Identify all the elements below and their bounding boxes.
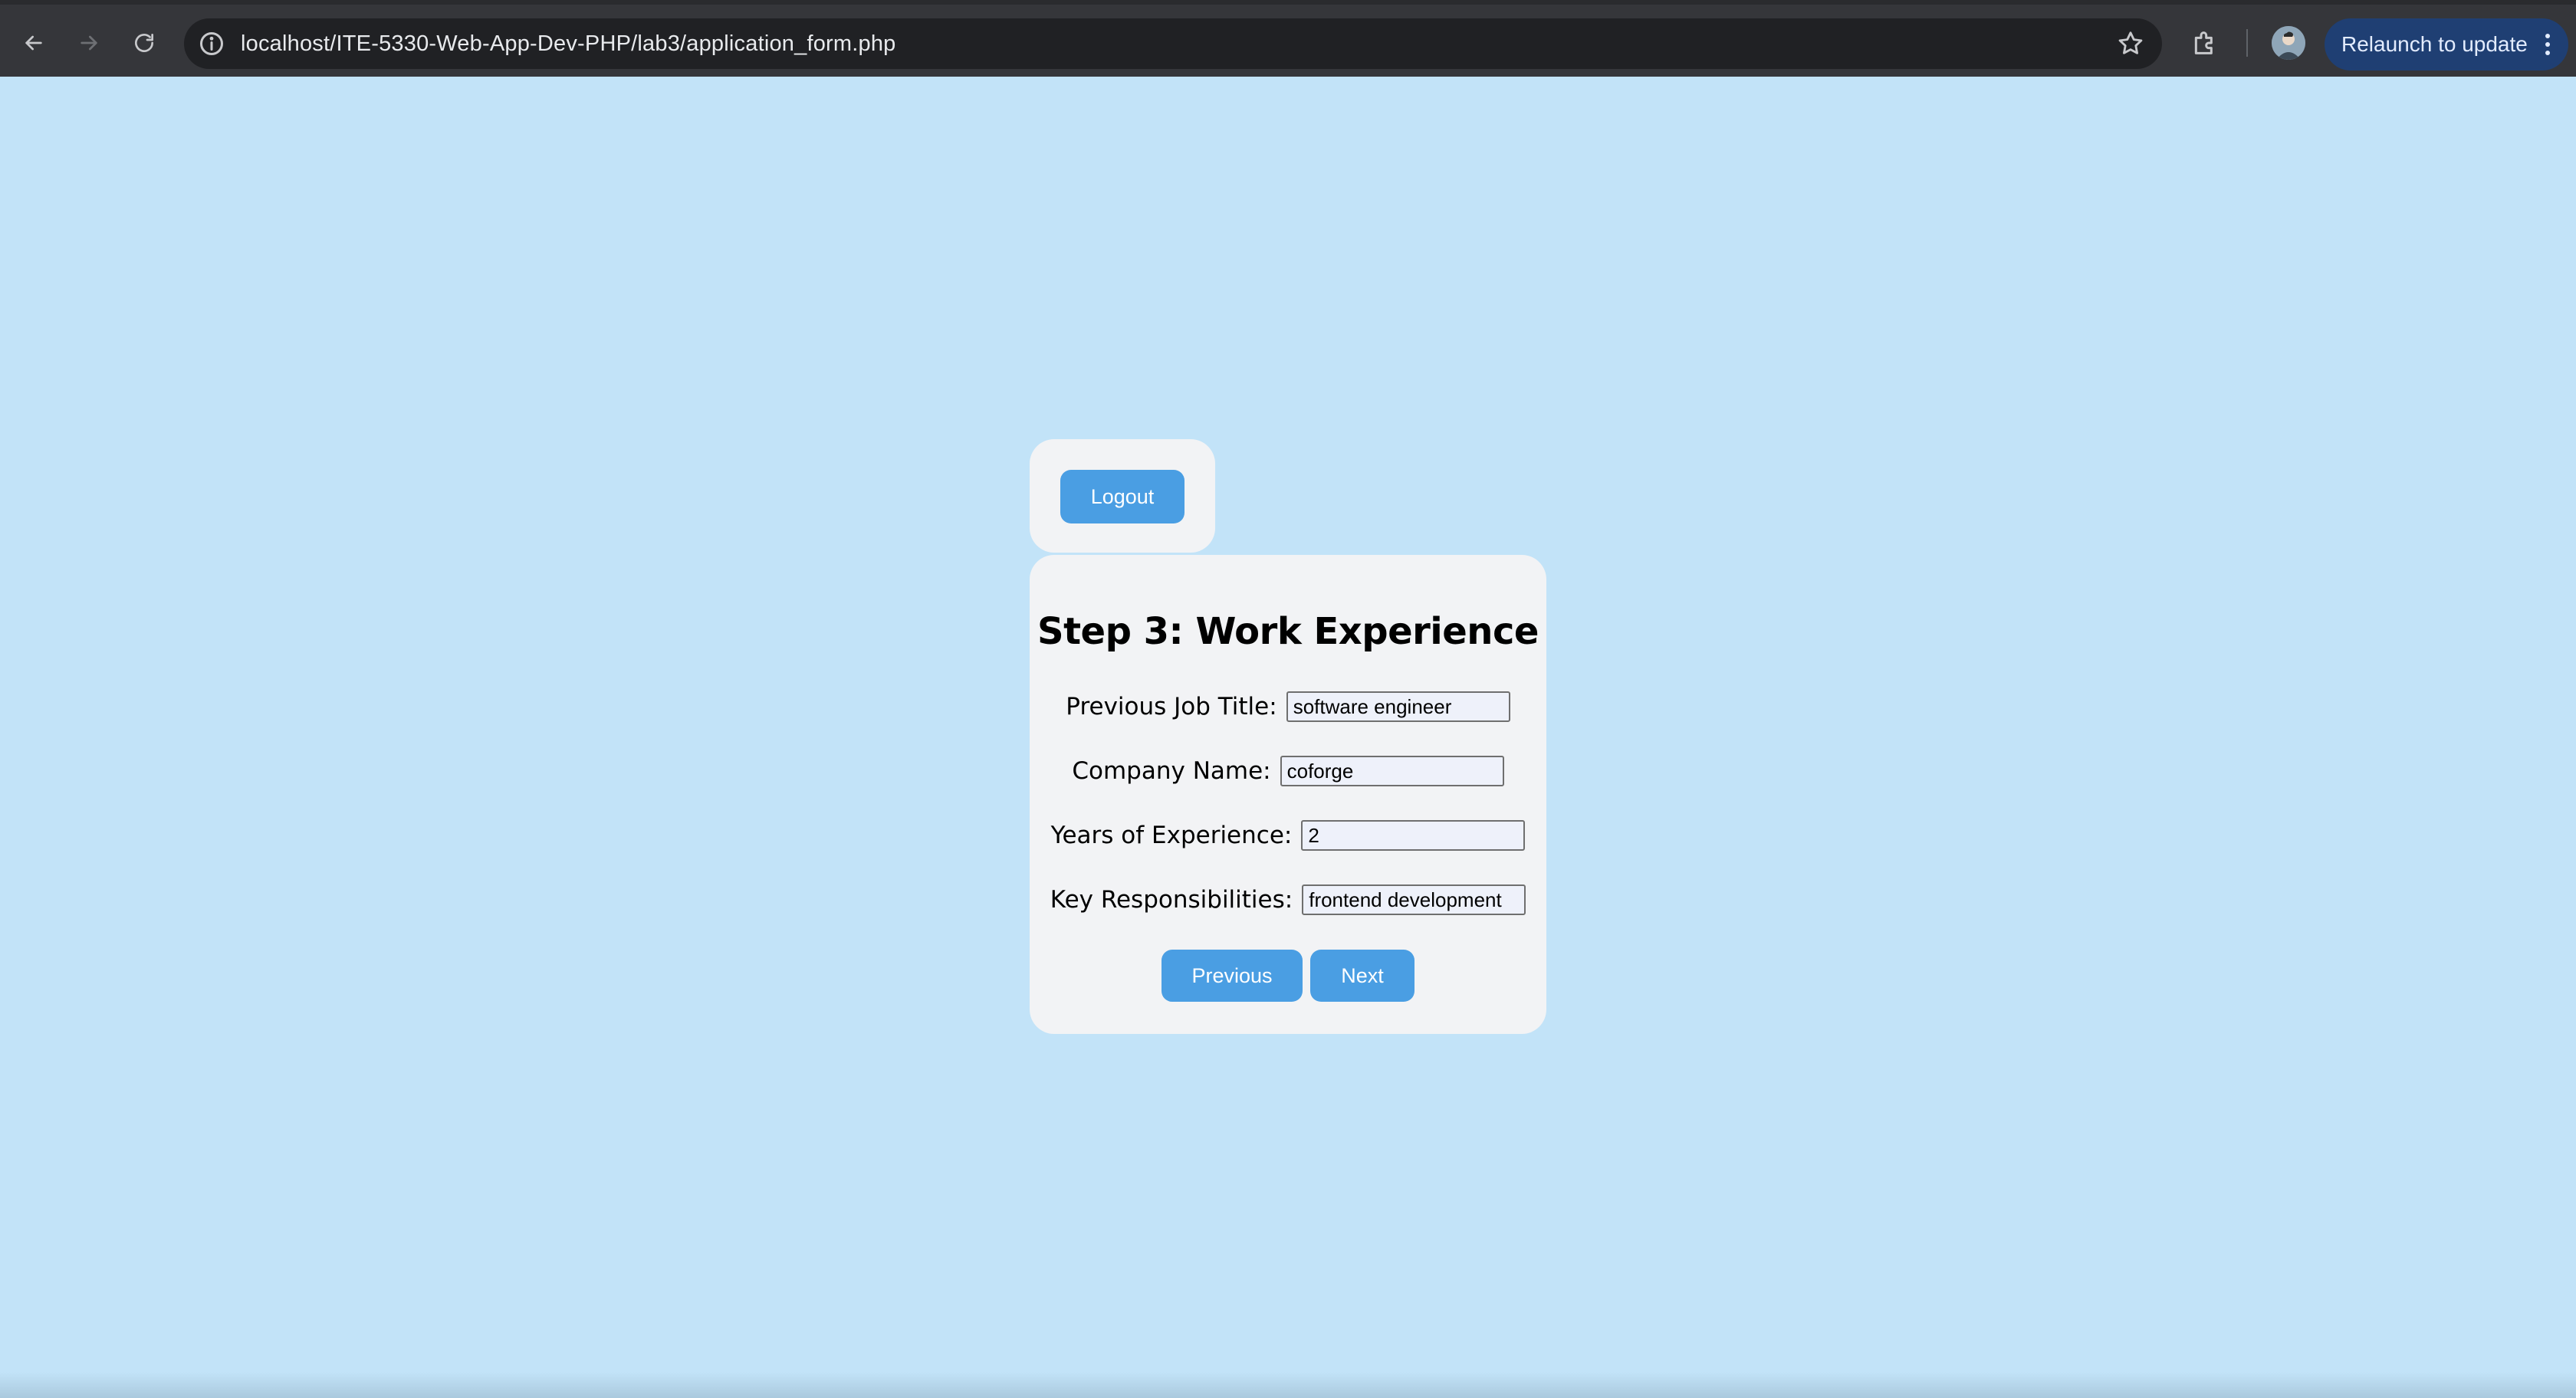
- browser-toolbar: localhost/ITE-5330-Web-App-Dev-PHP/lab3/…: [0, 0, 2576, 77]
- previous-job-title-label: Previous Job Title:: [1066, 693, 1277, 720]
- work-experience-form: Step 3: Work Experience Previous Job Tit…: [1030, 555, 1546, 1034]
- logout-button[interactable]: Logout: [1060, 470, 1184, 523]
- info-icon[interactable]: [198, 30, 225, 57]
- profile-avatar[interactable]: [2272, 26, 2305, 60]
- relaunch-label: Relaunch to update: [2341, 32, 2528, 56]
- logout-card: Logout: [1030, 439, 1215, 553]
- arrow-left-icon: [25, 35, 42, 51]
- person-icon: [2272, 26, 2305, 60]
- reload-icon: [135, 34, 153, 52]
- next-button[interactable]: Next: [1310, 950, 1414, 1002]
- toolbar-divider: [2246, 29, 2248, 57]
- company-name-input[interactable]: [1280, 756, 1504, 786]
- address-bar[interactable]: localhost/ITE-5330-Web-App-Dev-PHP/lab3/…: [184, 18, 2162, 69]
- years-of-experience-input[interactable]: [1301, 820, 1526, 851]
- more-vertical-icon[interactable]: [2544, 32, 2551, 57]
- extensions-icon[interactable]: [2190, 28, 2220, 58]
- years-of-experience-label: Years of Experience:: [1050, 822, 1293, 849]
- address-url[interactable]: localhost/ITE-5330-Web-App-Dev-PHP/lab3/…: [241, 18, 896, 69]
- star-icon[interactable]: [2116, 29, 2145, 58]
- field-company-name: Company Name:: [1030, 756, 1546, 786]
- form-title: Step 3: Work Experience: [1037, 610, 1539, 653]
- field-years-of-experience: Years of Experience:: [1030, 820, 1546, 851]
- company-name-label: Company Name:: [1072, 757, 1271, 785]
- field-key-responsibilities: Key Responsibilities:: [1030, 884, 1546, 915]
- key-responsibilities-input[interactable]: [1302, 884, 1526, 915]
- key-responsibilities-label: Key Responsibilities:: [1050, 886, 1293, 914]
- reload-button[interactable]: [124, 23, 164, 63]
- field-previous-job-title: Previous Job Title:: [1030, 691, 1546, 722]
- arrow-right-icon: [80, 35, 97, 51]
- forward-button[interactable]: [69, 23, 109, 63]
- relaunch-button[interactable]: Relaunch to update: [2325, 18, 2568, 71]
- back-button[interactable]: [14, 23, 54, 63]
- previous-button[interactable]: Previous: [1162, 950, 1303, 1002]
- window-bottom-shadow: [0, 1372, 2576, 1398]
- previous-job-title-input[interactable]: [1286, 691, 1510, 722]
